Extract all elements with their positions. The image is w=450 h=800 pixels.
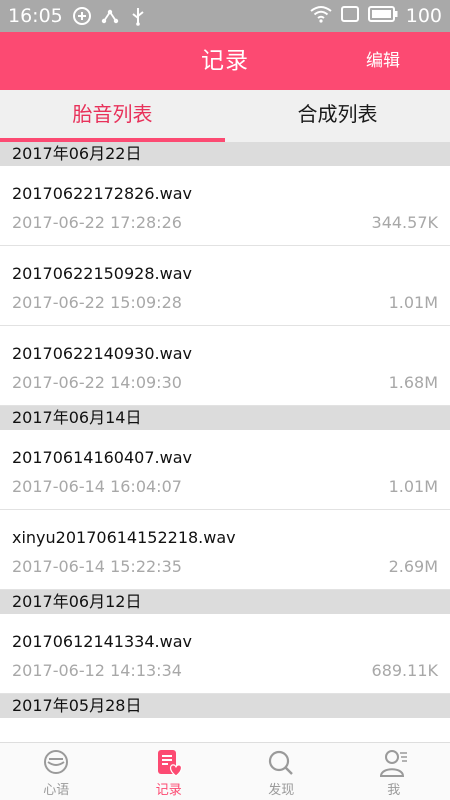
share-icon [99, 5, 121, 27]
nav-item-heart-speech[interactable]: 心语 [0, 743, 113, 800]
record-time: 2017-06-12 14:13:34 [12, 661, 182, 680]
record-icon [157, 750, 182, 777]
record-time: 2017-06-22 15:09:28 [12, 293, 182, 312]
list-item[interactable]: 20170622150928.wav 2017-06-22 15:09:28 1… [0, 246, 450, 326]
app-bar: 记录 编辑 [0, 32, 450, 90]
date-header: 2017年05月28日 [0, 694, 450, 718]
file-name: 20170614160407.wav [12, 448, 192, 467]
record-time: 2017-06-14 16:04:07 [12, 477, 182, 496]
nav-label: 记录 [155, 783, 182, 798]
wifi-icon [310, 5, 332, 28]
edit-button[interactable]: 编辑 [366, 32, 400, 90]
tab-composed-list[interactable]: 合成列表 [225, 90, 450, 142]
sim-card-icon [340, 5, 360, 28]
bottom-nav: 心语 记录 发现 我 [0, 742, 450, 800]
date-header: 2017年06月12日 [0, 590, 450, 614]
list-item[interactable]: 20170612141334.wav 2017-06-12 14:13:34 6… [0, 614, 450, 694]
date-header: 2017年06月14日 [0, 406, 450, 430]
file-name: 20170622140930.wav [12, 344, 192, 363]
battery-level: 100 [405, 5, 442, 27]
file-name: 20170622172826.wav [12, 184, 192, 203]
nav-label: 发现 [268, 783, 295, 798]
sync-icon [71, 5, 93, 27]
file-size: 1.68M [388, 373, 438, 392]
usb-icon [127, 5, 149, 27]
list-item[interactable]: xinyu20170614152218.wav 2017-06-14 15:22… [0, 510, 450, 590]
record-time: 2017-06-22 17:28:26 [12, 213, 182, 232]
file-size: 689.11K [371, 661, 438, 680]
tab-fetal-sound-list[interactable]: 胎音列表 [0, 90, 225, 142]
record-time: 2017-06-14 15:22:35 [12, 557, 182, 576]
search-icon [269, 750, 294, 775]
nav-item-discover[interactable]: 发现 [225, 743, 338, 800]
nav-label: 心语 [43, 783, 70, 798]
heart-speech-icon [44, 750, 69, 774]
status-bar: 16:05 100 [0, 0, 450, 32]
date-header: 2017年06月22日 [0, 142, 450, 166]
list-item[interactable]: 20170622140930.wav 2017-06-22 14:09:30 1… [0, 326, 450, 406]
file-name: 20170612141334.wav [12, 632, 192, 651]
file-size: 2.69M [388, 557, 438, 576]
file-size: 344.57K [371, 213, 438, 232]
file-size: 1.01M [388, 477, 438, 496]
tab-bar: 胎音列表 合成列表 [0, 90, 450, 142]
user-icon [379, 750, 407, 777]
nav-item-me[interactable]: 我 [338, 743, 450, 800]
nav-label: 我 [387, 783, 401, 798]
file-size: 1.01M [388, 293, 438, 312]
battery-icon [367, 5, 398, 28]
file-name: 20170622150928.wav [12, 264, 192, 283]
list-item[interactable]: 20170622172826.wav 2017-06-22 17:28:26 3… [0, 166, 450, 246]
list-item[interactable]: 20170614160407.wav 2017-06-14 16:04:07 1… [0, 430, 450, 510]
nav-item-record[interactable]: 记录 [113, 743, 226, 800]
record-time: 2017-06-22 14:09:30 [12, 373, 182, 392]
record-list[interactable]: 2017年06月22日 20170622172826.wav 2017-06-2… [0, 142, 450, 742]
status-time: 16:05 [8, 5, 63, 27]
file-name: xinyu20170614152218.wav [12, 528, 236, 547]
